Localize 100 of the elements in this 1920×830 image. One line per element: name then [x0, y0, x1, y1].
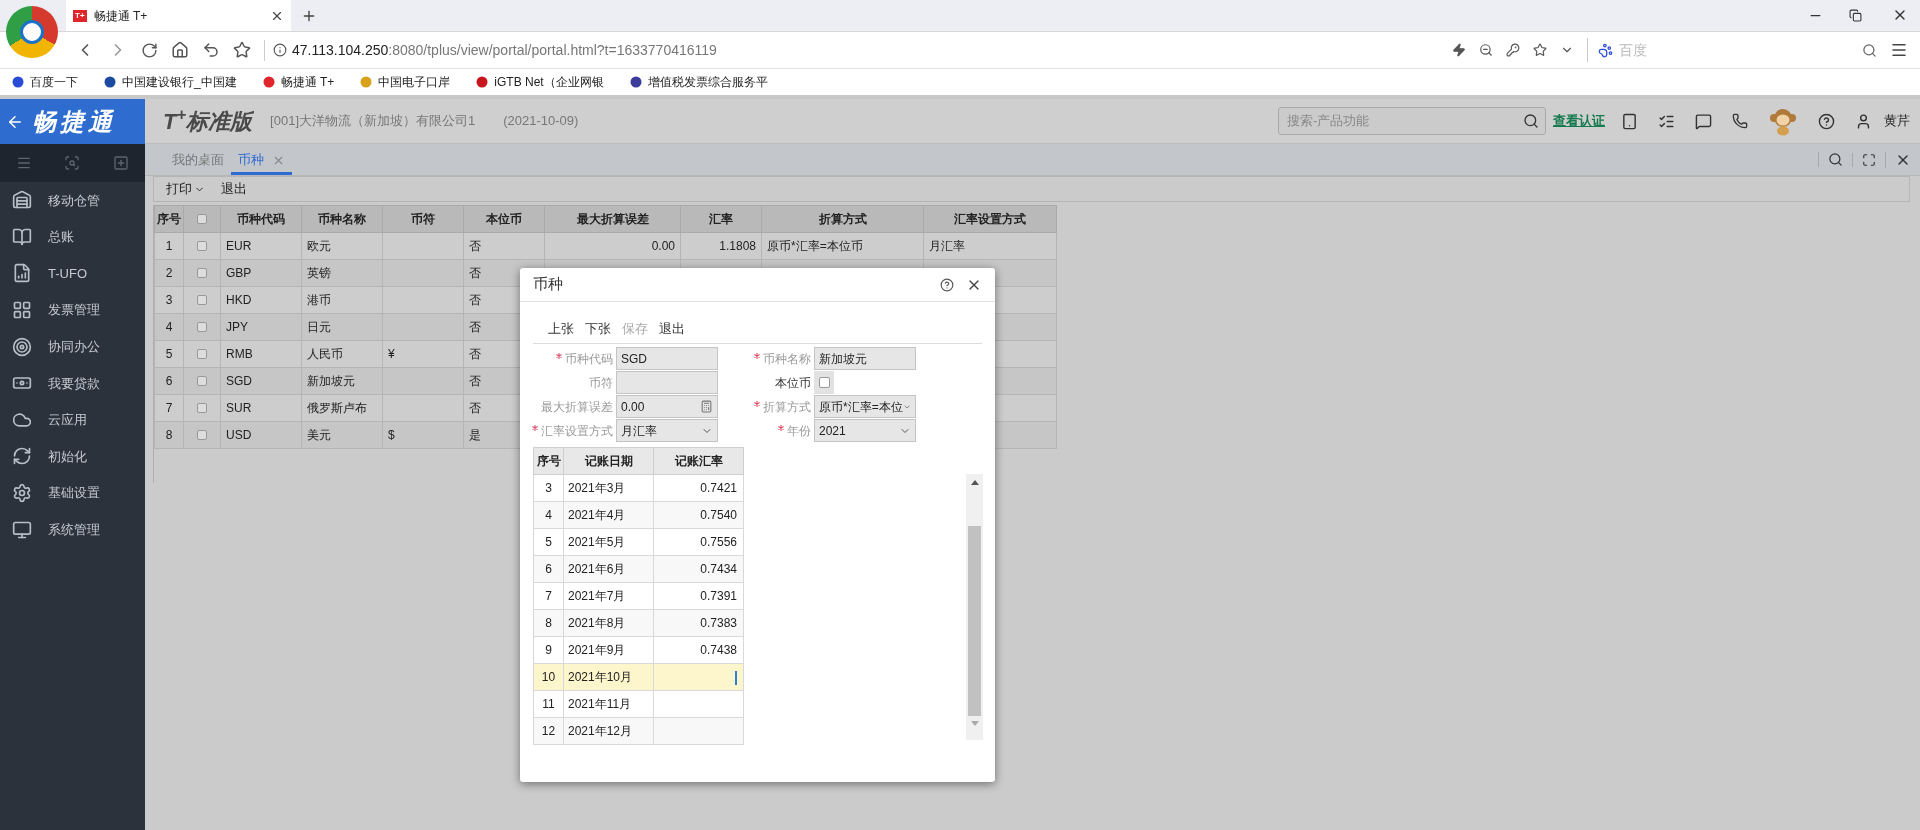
bookmark-item[interactable]: 百度一下	[12, 73, 90, 91]
row-number: 3	[154, 286, 184, 314]
calculator-icon[interactable]	[700, 400, 713, 413]
row-number: 3	[533, 474, 564, 502]
row-number: 11	[533, 690, 564, 718]
search-placeholder: 搜索-产品功能	[1287, 112, 1371, 131]
table-cell: 月汇率	[929, 239, 965, 253]
table-cell: 否	[469, 266, 481, 280]
restore-icon[interactable]	[1849, 9, 1862, 22]
table-cell: 美元	[307, 428, 331, 442]
row-checkbox[interactable]	[197, 322, 207, 332]
sidebar-item[interactable]: 基础设置	[0, 474, 145, 512]
toolbar-button[interactable]: 退出	[659, 318, 685, 339]
scroll-up-icon[interactable]	[970, 479, 979, 485]
table-cell: GBP	[226, 266, 252, 280]
bookmark-item[interactable]: iGTB Net（企业网银	[476, 73, 616, 91]
phone-icon[interactable]	[1732, 113, 1748, 129]
table-cell: 人民币	[307, 347, 343, 361]
toolbar-button[interactable]: 打印	[166, 179, 205, 199]
text-field[interactable]	[616, 371, 718, 394]
row-checkbox[interactable]	[197, 403, 207, 413]
select-field[interactable]: 2021	[814, 419, 916, 442]
sidebar-item[interactable]: 发票管理	[0, 291, 145, 329]
column-header: 序号	[154, 205, 184, 233]
address-bar[interactable]: 47.113.104.250:8080/tplus/view/portal/portal.html?t=1633770416119	[264, 39, 1439, 61]
key-icon[interactable]	[1506, 43, 1520, 57]
tablet-icon[interactable]	[1621, 112, 1638, 130]
row-checkbox[interactable]	[197, 268, 207, 278]
column-header: 记账日期	[563, 447, 654, 475]
row-checkbox[interactable]	[197, 349, 207, 359]
help-icon[interactable]	[1818, 112, 1835, 130]
sidebar-item[interactable]: T-UFO	[0, 255, 145, 292]
search-icon[interactable]	[1828, 152, 1843, 167]
brand-logo[interactable]: 畅捷通	[0, 99, 145, 144]
reload-icon[interactable]	[141, 41, 158, 59]
fullscreen-icon[interactable]	[1862, 152, 1876, 167]
scrollbar[interactable]	[966, 474, 983, 740]
text-field[interactable]: SGD	[616, 347, 718, 370]
row-checkbox[interactable]	[197, 430, 207, 440]
sidebar-item[interactable]: 我要贷款	[0, 364, 145, 402]
user-name[interactable]: 黄芹	[1884, 111, 1910, 131]
toolbar-button[interactable]: 上张	[548, 318, 574, 339]
table-cell: 原币*汇率=本位币	[767, 239, 863, 253]
row-number: 5	[154, 340, 184, 368]
select-field[interactable]: 原币*汇率=本位	[814, 395, 916, 418]
help-icon[interactable]	[940, 277, 954, 292]
sidebar-icon	[12, 336, 32, 357]
browser-tab[interactable]: T+ 畅捷通 T+	[66, 0, 291, 31]
sidebar-item[interactable]: 总账	[0, 218, 145, 256]
toolbar-button[interactable]: 下张	[585, 318, 611, 339]
menu-icon[interactable]	[1890, 41, 1908, 59]
row-number: 7	[533, 582, 564, 610]
row-number: 10	[533, 663, 564, 691]
sidebar-item[interactable]: 云应用	[0, 401, 145, 439]
table-cell: $	[388, 428, 395, 442]
user-icon[interactable]	[1855, 112, 1872, 130]
new-tab-icon[interactable]	[301, 8, 317, 24]
table-cell: ¥	[388, 347, 395, 361]
field-label: 最大折算误差	[541, 398, 613, 416]
sidebar-icon	[12, 300, 32, 321]
table-cell: 否	[469, 320, 481, 334]
undo-icon[interactable]	[202, 41, 220, 59]
field-label: 折算方式	[763, 398, 811, 416]
row-number: 9	[533, 636, 564, 664]
sidebar-item[interactable]: 移动仓管	[0, 182, 145, 219]
mascot-icon[interactable]	[1768, 106, 1798, 136]
star-icon[interactable]	[233, 41, 251, 59]
scan-search-icon[interactable]	[64, 155, 81, 171]
row-number: 6	[533, 555, 564, 583]
sidebar-icon	[12, 190, 32, 211]
toolbar-button[interactable]: 退出	[221, 179, 247, 199]
search-icon[interactable]	[1862, 42, 1877, 58]
star-icon[interactable]	[1533, 43, 1547, 57]
home-icon[interactable]	[171, 41, 189, 59]
bookmark-icon	[360, 76, 373, 88]
bookmark-item[interactable]: 中国电子口岸	[360, 73, 463, 91]
lightning-icon[interactable]	[1452, 43, 1466, 57]
sidebar-item[interactable]: 初始化	[0, 438, 145, 475]
sidebar-item[interactable]: 系统管理	[0, 511, 145, 548]
column-header: 序号	[533, 447, 564, 475]
search-icon[interactable]	[1523, 113, 1539, 129]
bookmark-item[interactable]: 畅捷通 T+	[262, 73, 347, 91]
text-field[interactable]: 新加坡元	[814, 347, 916, 370]
row-checkbox[interactable]	[197, 295, 207, 305]
bookmark-item[interactable]: 中国建设银行_中国建	[104, 73, 249, 91]
field-label: 汇率设置方式	[541, 422, 613, 440]
field-label: 年份	[787, 422, 811, 440]
select-all-checkbox[interactable]	[197, 214, 207, 224]
bookmark-item[interactable]: 增值税发票综合服务平	[629, 73, 780, 91]
number-field[interactable]: 0.00	[616, 395, 718, 418]
table-cell: 否	[469, 347, 481, 361]
row-checkbox[interactable]	[197, 376, 207, 386]
row-checkbox[interactable]	[197, 241, 207, 251]
sidebar-item[interactable]: 协同办公	[0, 328, 145, 365]
zoom-out-icon[interactable]	[1479, 43, 1493, 57]
table-cell: 1.1808	[719, 239, 756, 253]
select-field[interactable]: 月汇率	[616, 419, 718, 442]
table-cell: 新加坡元	[307, 374, 355, 388]
checkbox[interactable]	[818, 377, 830, 388]
message-icon[interactable]	[1695, 112, 1712, 130]
